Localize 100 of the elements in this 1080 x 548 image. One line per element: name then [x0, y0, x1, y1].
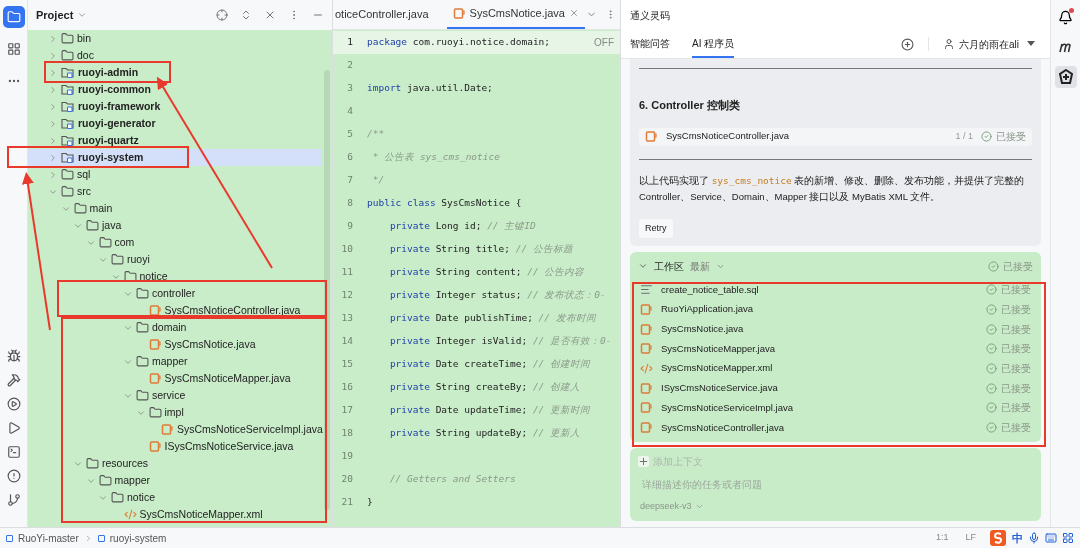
- file-count: 1 / 1: [955, 129, 973, 143]
- tree-item[interactable]: ruoyi-system: [28, 149, 322, 166]
- tree-item[interactable]: impl: [28, 404, 322, 421]
- chevron-icon[interactable]: [48, 152, 58, 163]
- file-row[interactable]: create_notice_table.sql 已接受: [638, 280, 1033, 300]
- expand-icon[interactable]: [240, 9, 252, 21]
- microphone-icon[interactable]: [1028, 532, 1040, 544]
- terminal-icon[interactable]: [6, 445, 21, 459]
- file-row[interactable]: RuoYiApplication.java 已接受: [638, 299, 1033, 320]
- chevron-icon[interactable]: [48, 84, 58, 95]
- chevron-icon[interactable]: [48, 118, 58, 129]
- ime-logo-icon[interactable]: [989, 529, 1007, 547]
- file-name: create_notice_table.sql: [661, 282, 759, 297]
- file-row[interactable]: SysCmsNoticeServiceImpl.java 已接受: [638, 398, 1033, 418]
- code-line: /**: [366, 127, 385, 142]
- tree-item[interactable]: ISysCmsNoticeService.java: [28, 438, 322, 455]
- tree-item[interactable]: bin: [28, 30, 322, 47]
- chevron-icon[interactable]: [48, 101, 58, 112]
- tree-item[interactable]: service: [28, 387, 322, 404]
- tree-item[interactable]: ruoyi-quartz: [28, 132, 322, 149]
- breadcrumb[interactable]: ruoyi-system: [109, 530, 167, 546]
- file-row[interactable]: ISysCmsNoticeService.java 已接受: [638, 378, 1033, 399]
- check-circle-icon: [986, 343, 997, 355]
- run-icon[interactable]: [6, 421, 21, 435]
- add-icon[interactable]: [638, 455, 649, 467]
- file-card[interactable]: SysCmsNoticeController.java 1 / 1 已接受: [639, 127, 1032, 146]
- java-file-icon: [640, 303, 653, 317]
- tree-item[interactable]: java: [28, 217, 322, 234]
- tree-label: ruoyi: [127, 251, 150, 267]
- tree-item[interactable]: domain: [28, 319, 322, 336]
- file-name: RuoYiApplication.java: [661, 302, 754, 317]
- close-icon[interactable]: [568, 8, 579, 18]
- status-label: 已接受: [1001, 322, 1031, 337]
- file-row[interactable]: SysCmsNoticeMapper.xml 已接受: [638, 358, 1033, 379]
- status-label: 已接受: [1001, 362, 1031, 377]
- tree-item[interactable]: sql: [28, 166, 322, 183]
- breadcrumb[interactable]: RuoYi-master: [18, 530, 79, 546]
- tree-item[interactable]: mapper: [28, 353, 322, 370]
- filter-label[interactable]: 最新: [690, 258, 710, 274]
- tree-item[interactable]: controller: [28, 285, 322, 302]
- tree-item[interactable]: doc: [28, 47, 322, 64]
- tree-item[interactable]: ruoyi-generator: [28, 115, 322, 132]
- assistant-icon[interactable]: [1054, 66, 1077, 88]
- collapse-icon[interactable]: [264, 9, 276, 21]
- caret-icon[interactable]: [1027, 41, 1035, 47]
- ime-mode[interactable]: 中: [1012, 529, 1023, 547]
- cursor-position[interactable]: 1:1: [935, 531, 949, 545]
- tree-label: notice: [127, 489, 156, 505]
- assistant-tab[interactable]: 智能问答: [630, 30, 670, 58]
- hammer-icon[interactable]: [6, 373, 21, 387]
- tree-label: SysCmsNoticeController.java: [164, 302, 301, 318]
- tree-item[interactable]: mapper: [28, 472, 322, 489]
- folder-icon: [61, 49, 74, 62]
- keyboard-icon[interactable]: [1045, 532, 1057, 544]
- chevron-icon[interactable]: [48, 169, 58, 180]
- tree-item[interactable]: ruoyi-common: [28, 81, 322, 98]
- chevron-icon[interactable]: [48, 135, 58, 146]
- tree-item[interactable]: SysCmsNoticeMapper.xml: [28, 506, 322, 523]
- chevron-icon[interactable]: [48, 67, 58, 78]
- file-row[interactable]: SysCmsNoticeController.java 已接受: [638, 417, 1033, 438]
- chevron-icon[interactable]: [48, 50, 58, 61]
- tree-label: service: [152, 387, 186, 403]
- scrollbar[interactable]: [324, 70, 330, 510]
- tree-item[interactable]: SysCmsNoticeController.java: [28, 302, 322, 319]
- grid-icon[interactable]: [1062, 532, 1074, 544]
- add-icon[interactable]: [901, 37, 914, 51]
- chevron-icon[interactable]: [48, 33, 58, 44]
- retry-button[interactable]: Retry: [639, 218, 673, 238]
- tree-item[interactable]: src: [28, 183, 322, 200]
- tree-item[interactable]: ruoyi: [28, 251, 322, 268]
- tree-item[interactable]: resources: [28, 455, 322, 472]
- code-line: * 公告表 sys_cms_notice: [371, 150, 500, 165]
- bug-icon[interactable]: [6, 349, 21, 363]
- tree-item[interactable]: main: [28, 200, 322, 217]
- locate-icon[interactable]: [216, 9, 228, 21]
- alert-icon[interactable]: [6, 469, 21, 483]
- tree-label: ISysCmsNoticeService.java: [164, 438, 294, 454]
- check-circle-icon: [986, 304, 997, 316]
- tree-item[interactable]: SysCmsNoticeMapper.java: [28, 370, 322, 387]
- git-branch-icon[interactable]: [6, 493, 21, 507]
- project-icon[interactable]: [2, 6, 25, 28]
- play-circle-icon[interactable]: [6, 397, 21, 411]
- tree-label: ruoyi-quartz: [78, 132, 139, 148]
- tree-item[interactable]: SysCmsNoticeServiceImpl.java: [28, 421, 322, 438]
- file-row[interactable]: SysCmsNotice.java 已接受: [638, 319, 1033, 340]
- code-line: private Integer isValid; // 是否有效：0-: [388, 334, 612, 349]
- line-number: 8: [346, 196, 354, 211]
- file-row[interactable]: SysCmsNoticeMapper.java 已接受: [638, 339, 1033, 359]
- workspace-title: 工作区: [654, 259, 684, 274]
- chevron-icon[interactable]: [638, 261, 648, 271]
- line-number: 6: [346, 150, 354, 165]
- tree-item[interactable]: ruoyi-framework: [28, 98, 322, 115]
- line-number: 9: [346, 219, 354, 234]
- line-ending[interactable]: LF: [965, 531, 976, 545]
- tree-item[interactable]: SysCmsNotice.java: [28, 336, 322, 353]
- tree-item[interactable]: notice: [28, 489, 322, 506]
- tree-item[interactable]: notice: [28, 268, 322, 285]
- tree-item[interactable]: com: [28, 234, 322, 251]
- tree-item[interactable]: ruoyi-admin: [28, 64, 322, 81]
- editor-tab[interactable]: oticeController.java: [333, 0, 447, 29]
